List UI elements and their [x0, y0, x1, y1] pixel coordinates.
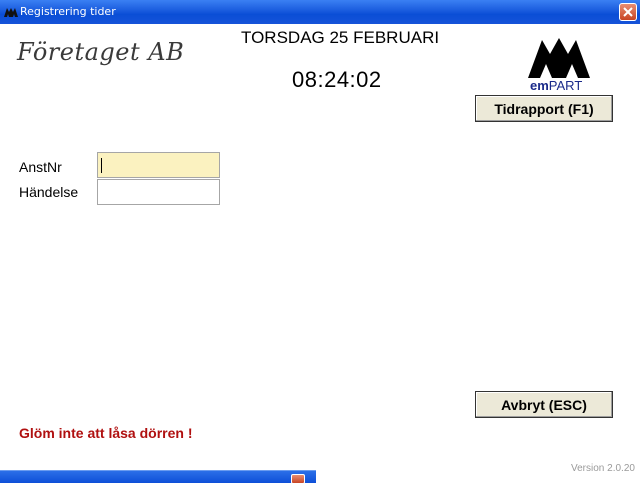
empart-logo-icon [4, 5, 18, 19]
close-icon [623, 7, 633, 17]
date-display: TORSDAG 25 FEBRUARI [241, 28, 440, 47]
event-input[interactable] [97, 179, 220, 205]
clock-display: 08:24:02 [292, 67, 382, 92]
background-close-button[interactable] [291, 474, 305, 484]
company-logo: Företaget AB [17, 38, 185, 66]
brand-name: emPART [530, 78, 582, 93]
text-caret [101, 158, 102, 173]
title-bar[interactable]: Registrering tider [0, 0, 640, 24]
employee-number-input[interactable] [97, 152, 220, 178]
employee-number-label: AnstNr [19, 159, 62, 175]
brand-prefix: em [530, 78, 549, 93]
event-label: Händelse [19, 184, 79, 200]
window-title: Registrering tider [20, 5, 116, 18]
report-button[interactable]: Tidrapport (F1) [475, 95, 613, 122]
close-button[interactable] [619, 3, 637, 21]
lock-door-warning: Glöm inte att låsa dörren ! [19, 425, 193, 441]
brand-suffix: PART [548, 78, 583, 93]
cancel-button[interactable]: Avbryt (ESC) [475, 391, 613, 418]
background-window-titlebar[interactable] [0, 470, 316, 484]
empart-logo-icon [528, 38, 590, 78]
main-window: Registrering tider Företaget AB TORSDAG … [0, 0, 640, 484]
version-label: Version 2.0.20 [571, 463, 635, 474]
